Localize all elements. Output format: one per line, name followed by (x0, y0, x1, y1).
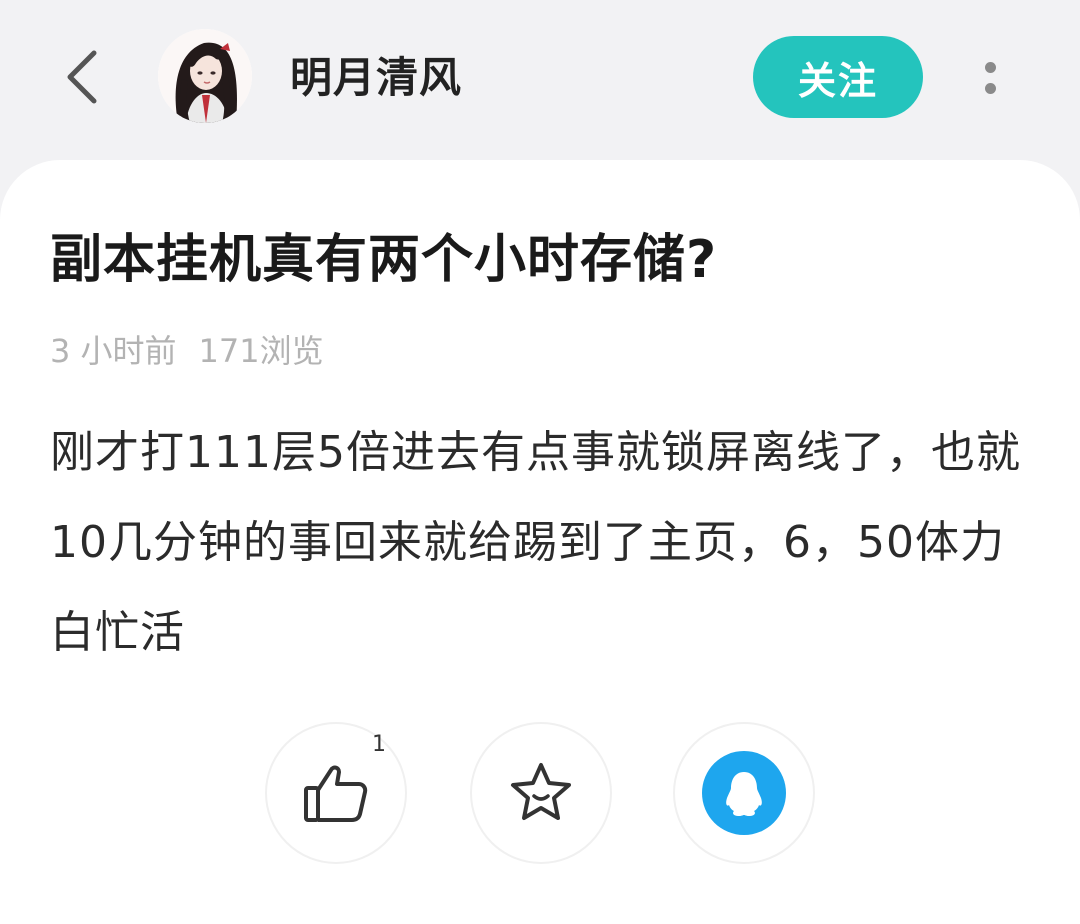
more-options-button[interactable] (966, 50, 1014, 106)
author-avatar[interactable] (158, 29, 252, 123)
favorite-button[interactable] (470, 722, 612, 864)
thumbs-up-icon (304, 765, 368, 822)
post-meta: 3 小时前 171浏览 (50, 326, 324, 376)
post-header: 明月清风 关注 (0, 0, 1080, 160)
avatar-image (158, 29, 252, 123)
qq-share-circle (702, 751, 786, 835)
author-name[interactable]: 明月清风 (290, 52, 462, 104)
more-vertical-icon-dot (984, 83, 996, 94)
qq-penguin-icon (726, 772, 762, 816)
star-icon (511, 763, 571, 820)
back-button[interactable] (52, 44, 112, 110)
chevron-left-icon (67, 50, 97, 104)
post-detail-page: 明月清风 关注 副本挂机真有两个小时存储? 3 小时前 171浏览 刚才打111层… (0, 0, 1080, 924)
share-qq-button[interactable] (673, 722, 815, 864)
like-count: 1 (372, 732, 386, 757)
post-title: 副本挂机真有两个小时存储? (50, 230, 718, 290)
more-vertical-icon (984, 62, 996, 73)
follow-button[interactable]: 关注 (753, 36, 923, 118)
post-views: 171浏览 (198, 332, 324, 370)
post-body: 刚才打111层5倍进去有点事就锁屏离线了，也就10几分钟的事回来就给踢到了主页，… (50, 427, 1021, 658)
post-time: 3 小时前 (50, 332, 177, 370)
